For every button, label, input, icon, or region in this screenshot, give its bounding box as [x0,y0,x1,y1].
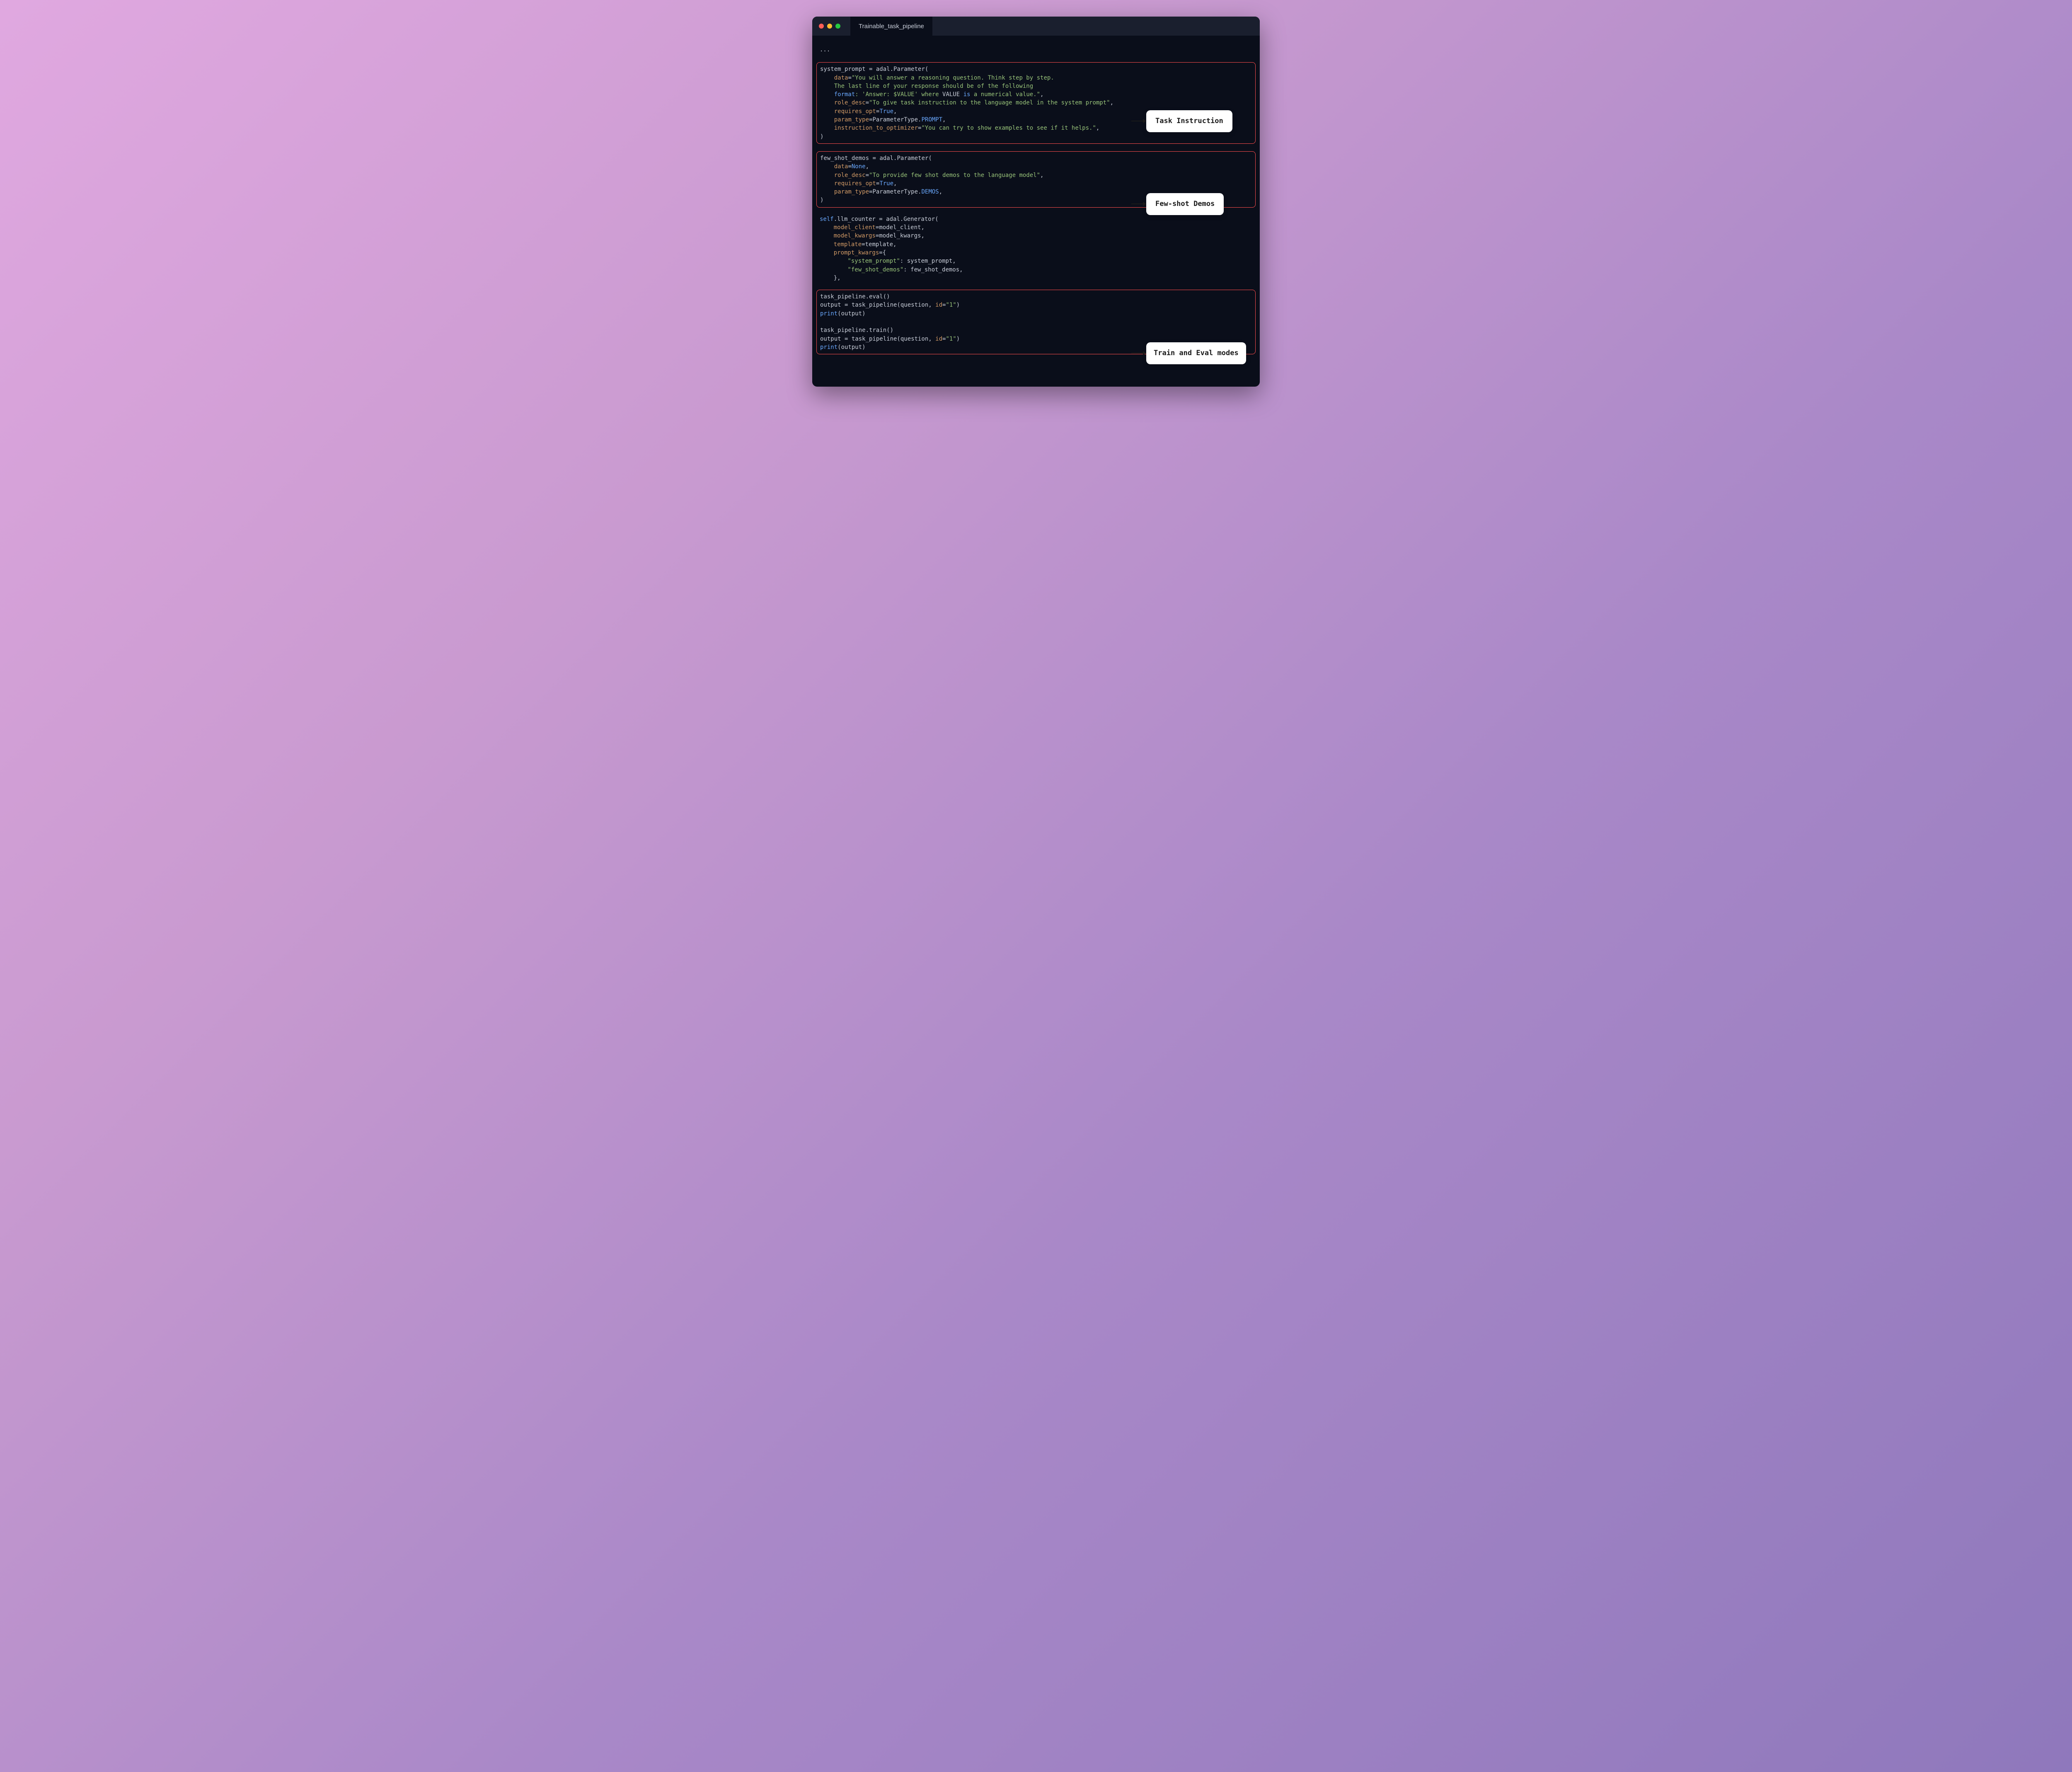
code-ellipsis: ... [820,46,1252,54]
code-token: prompt_kwargs [834,249,879,256]
code-token: adal.Parameter [879,155,928,162]
code-token: model_kwargs, [879,232,925,239]
code-token: requires_opt [834,180,876,187]
code-token: id [935,336,942,342]
code-token: , [939,189,942,195]
code-token: : system_prompt, [900,258,956,264]
code-block: self.llm_counter = adal.Generator( model… [820,215,1252,282]
code-token: "1" [946,336,956,342]
code-token: self [820,216,834,223]
code-token: = [862,241,865,248]
code-token: = [848,75,851,81]
code-token: The last line of your response should be… [820,83,1033,90]
code-token: print [820,344,838,351]
code-token: requires_opt [834,108,876,115]
code-token: , [1040,91,1043,98]
code-token: data [834,75,848,81]
code-token: = [866,172,869,179]
code-token: param_type [834,189,869,195]
code-token: "To provide few shot demos to the langua… [869,172,1040,179]
code-token: model_client, [879,224,925,231]
code-token: "system_prompt" [847,258,900,264]
code-token: a numerical value." [970,91,1040,98]
code-token: { [883,249,886,256]
code-token: = [869,155,879,162]
code-token: task_pipeline.eval() [820,293,890,300]
callout-label: Task Instruction [1146,110,1232,132]
code-token: = [848,163,851,170]
code-token: "You can try to show examples to see if … [921,125,1096,131]
code-token: role_desc [834,172,866,179]
code-token: .llm_counter = adal.Generator( [834,216,939,223]
close-icon[interactable] [819,24,824,29]
code-token: None [852,163,866,170]
code-token: , [866,163,869,170]
code-token: task_pipeline.train() [820,327,893,334]
code-token: VALUE [942,91,960,98]
code-token: system_prompt [820,66,866,73]
code-token: , [893,108,897,115]
code-token: ) [956,336,960,342]
code-token: "1" [946,302,956,308]
code-token: print [820,310,838,317]
code-token: (output) [838,310,865,317]
code-token: , [1096,125,1099,131]
titlebar: Trainable_task_pipeline [812,17,1260,36]
code-token: ) [820,133,823,140]
minimize-icon[interactable] [827,24,832,29]
code-token: "To give task instruction to the languag… [869,99,1110,106]
code-token: ( [925,66,928,73]
code-token: is [963,91,971,98]
code-token: ) [820,197,823,203]
code-token: , [893,180,897,187]
code-token: output = task_pipeline(question, [820,302,935,308]
code-token: ( [928,155,932,162]
code-token: ParameterType. [872,189,921,195]
callout-label: Train and Eval modes [1146,342,1246,364]
code-token: = [879,249,882,256]
code-window: Trainable_task_pipeline ... system_promp… [812,17,1260,387]
code-area: ... system_prompt = adal.Parameter( data… [812,36,1260,387]
code-token: role_desc [834,99,866,106]
code-token: "You will answer a reasoning question. T… [852,75,1054,81]
code-token: True [879,108,893,115]
code-token: , [1110,99,1113,106]
code-token: }, [834,275,841,281]
code-token: = [866,99,869,106]
code-token: id [935,302,942,308]
code-token: DEMOS [921,189,939,195]
callout-label: Few-shot Demos [1146,193,1224,215]
callout-task-instruction: Task Instruction [1131,110,1232,132]
code-token: model_client [834,224,876,231]
code-token: param_type [834,116,869,123]
code-token: template [834,241,862,248]
code-token: model_kwargs [834,232,876,239]
code-token: PROMPT [921,116,942,123]
code-token: , [942,116,946,123]
code-token: data [834,163,848,170]
code-token: (output) [838,344,865,351]
arrow-icon [1131,203,1146,204]
tab-filename[interactable]: Trainable_task_pipeline [850,17,932,36]
code-token: "few_shot_demos" [847,266,903,273]
code-token: few_shot_demos [820,155,869,162]
traffic-lights [819,24,840,29]
code-token: adal.Parameter [876,66,925,73]
code-token: template, [865,241,897,248]
callout-train-eval: Train and Eval modes [1131,342,1246,364]
code-token: , [1040,172,1043,179]
code-token [960,91,963,98]
code-token: ) [956,302,960,308]
code-token: = [866,66,876,73]
code-token: ParameterType. [872,116,921,123]
code-token: : few_shot_demos, [903,266,963,273]
code-token: True [879,180,893,187]
code-token: : 'Answer: $VALUE' where [855,91,942,98]
callout-few-shot-demos: Few-shot Demos [1131,193,1224,215]
maximize-icon[interactable] [835,24,840,29]
code-token: output = task_pipeline(question, [820,336,935,342]
code-token: format [834,91,855,98]
code-token: instruction_to_optimizer [834,125,918,131]
